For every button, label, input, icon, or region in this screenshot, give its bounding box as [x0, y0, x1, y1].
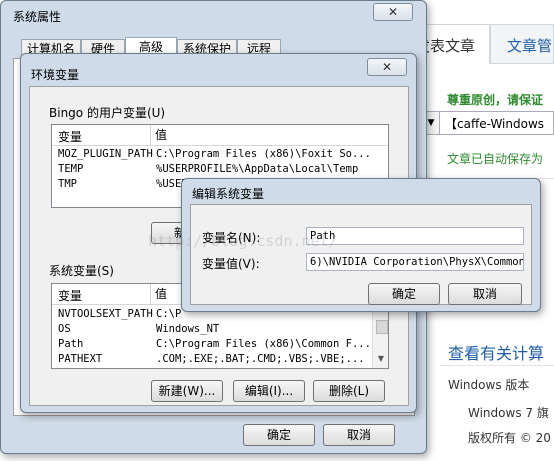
dialog-title: 编辑系统变量: [192, 187, 265, 201]
close-icon[interactable]: ✕: [373, 3, 413, 21]
ok-button[interactable]: 确定: [243, 424, 315, 446]
system-edit-button[interactable]: 编辑(I)...: [233, 380, 305, 402]
tab-article-manage[interactable]: 文章管: [490, 24, 554, 64]
cancel-button[interactable]: 取消: [448, 283, 522, 305]
table-row[interactable]: PATHEXT .COM;.EXE;.BAT;.CMD;.VBS;.VBE;..…: [52, 353, 372, 368]
window-title: 系统属性: [13, 10, 62, 24]
variable-value: %USERPROFILE%\AppData\Local\Temp: [156, 163, 359, 175]
divider: [440, 365, 554, 366]
close-icon[interactable]: ✕: [367, 58, 407, 76]
variable-value-field[interactable]: 6)\NVIDIA Corporation\PhysX\Common;: [306, 253, 524, 271]
windows-version-label: Windows 版本: [448, 378, 530, 392]
system-variables-label: 系统变量(S): [49, 264, 114, 278]
ok-button[interactable]: 确定: [368, 283, 440, 305]
scroll-down-icon[interactable]: ▼: [374, 352, 388, 366]
column-header-variable[interactable]: 变量: [58, 287, 82, 304]
column-header-variable[interactable]: 变量: [58, 128, 82, 145]
variable-value: C:\P: [156, 308, 182, 320]
cancel-button[interactable]: 取消: [323, 424, 395, 446]
column-header-value[interactable]: 值: [150, 125, 375, 145]
variable-name: OS: [58, 323, 71, 335]
variable-value: Windows_NT: [156, 323, 220, 335]
table-row[interactable]: TEMP %USERPROFILE%\AppData\Local\Temp: [52, 163, 388, 178]
variable-name: Path: [58, 338, 84, 350]
list-header: 变量 值: [52, 125, 388, 146]
variable-value-label: 变量值(V):: [202, 257, 260, 271]
table-row[interactable]: Path C:\Program Files (x86)\Common F...: [52, 338, 372, 353]
system-delete-button[interactable]: 删除(L): [313, 380, 385, 402]
system-new-button[interactable]: 新建(W)...: [151, 380, 223, 402]
category-select-value: 【caffe-Windows: [445, 117, 545, 131]
variable-name: TMP: [58, 178, 77, 190]
variable-name: NVTOOLSEXT_PATH: [58, 308, 153, 320]
window-title: 环境变量: [31, 68, 80, 82]
scroll-thumb[interactable]: [376, 320, 388, 334]
original-notice: 尊重原创，请保证: [447, 93, 544, 107]
user-variables-label: Bingo 的用户变量(U): [49, 106, 166, 120]
variable-name: PATHEXT: [58, 353, 103, 365]
windows-edition: Windows 7 旗: [468, 406, 549, 420]
variable-value: C:\Program Files (x86)\Foxit So...: [156, 148, 371, 160]
variable-value: C:\Program Files (x86)\Common F...: [156, 338, 371, 350]
computer-info-link[interactable]: 查看有关计算: [448, 340, 544, 364]
copyright-text: 版权所有 © 20: [468, 431, 551, 445]
table-row[interactable]: MOZ_PLUGIN_PATH C:\Program Files (x86)\F…: [52, 148, 388, 163]
variable-name-field[interactable]: Path: [306, 227, 524, 245]
variable-name: MOZ_PLUGIN_PATH: [58, 148, 153, 160]
table-row[interactable]: OS Windows_NT: [52, 323, 372, 338]
autosave-status: 文章已自动保存为: [447, 152, 544, 166]
variable-value: .COM;.EXE;.BAT;.CMD;.VBS;.VBE;...: [156, 353, 365, 365]
watermark: http://blog.csdn.net/: [148, 232, 338, 250]
category-select[interactable]: ▼ 【caffe-Windows: [422, 111, 554, 135]
variable-name: TEMP: [58, 163, 84, 175]
